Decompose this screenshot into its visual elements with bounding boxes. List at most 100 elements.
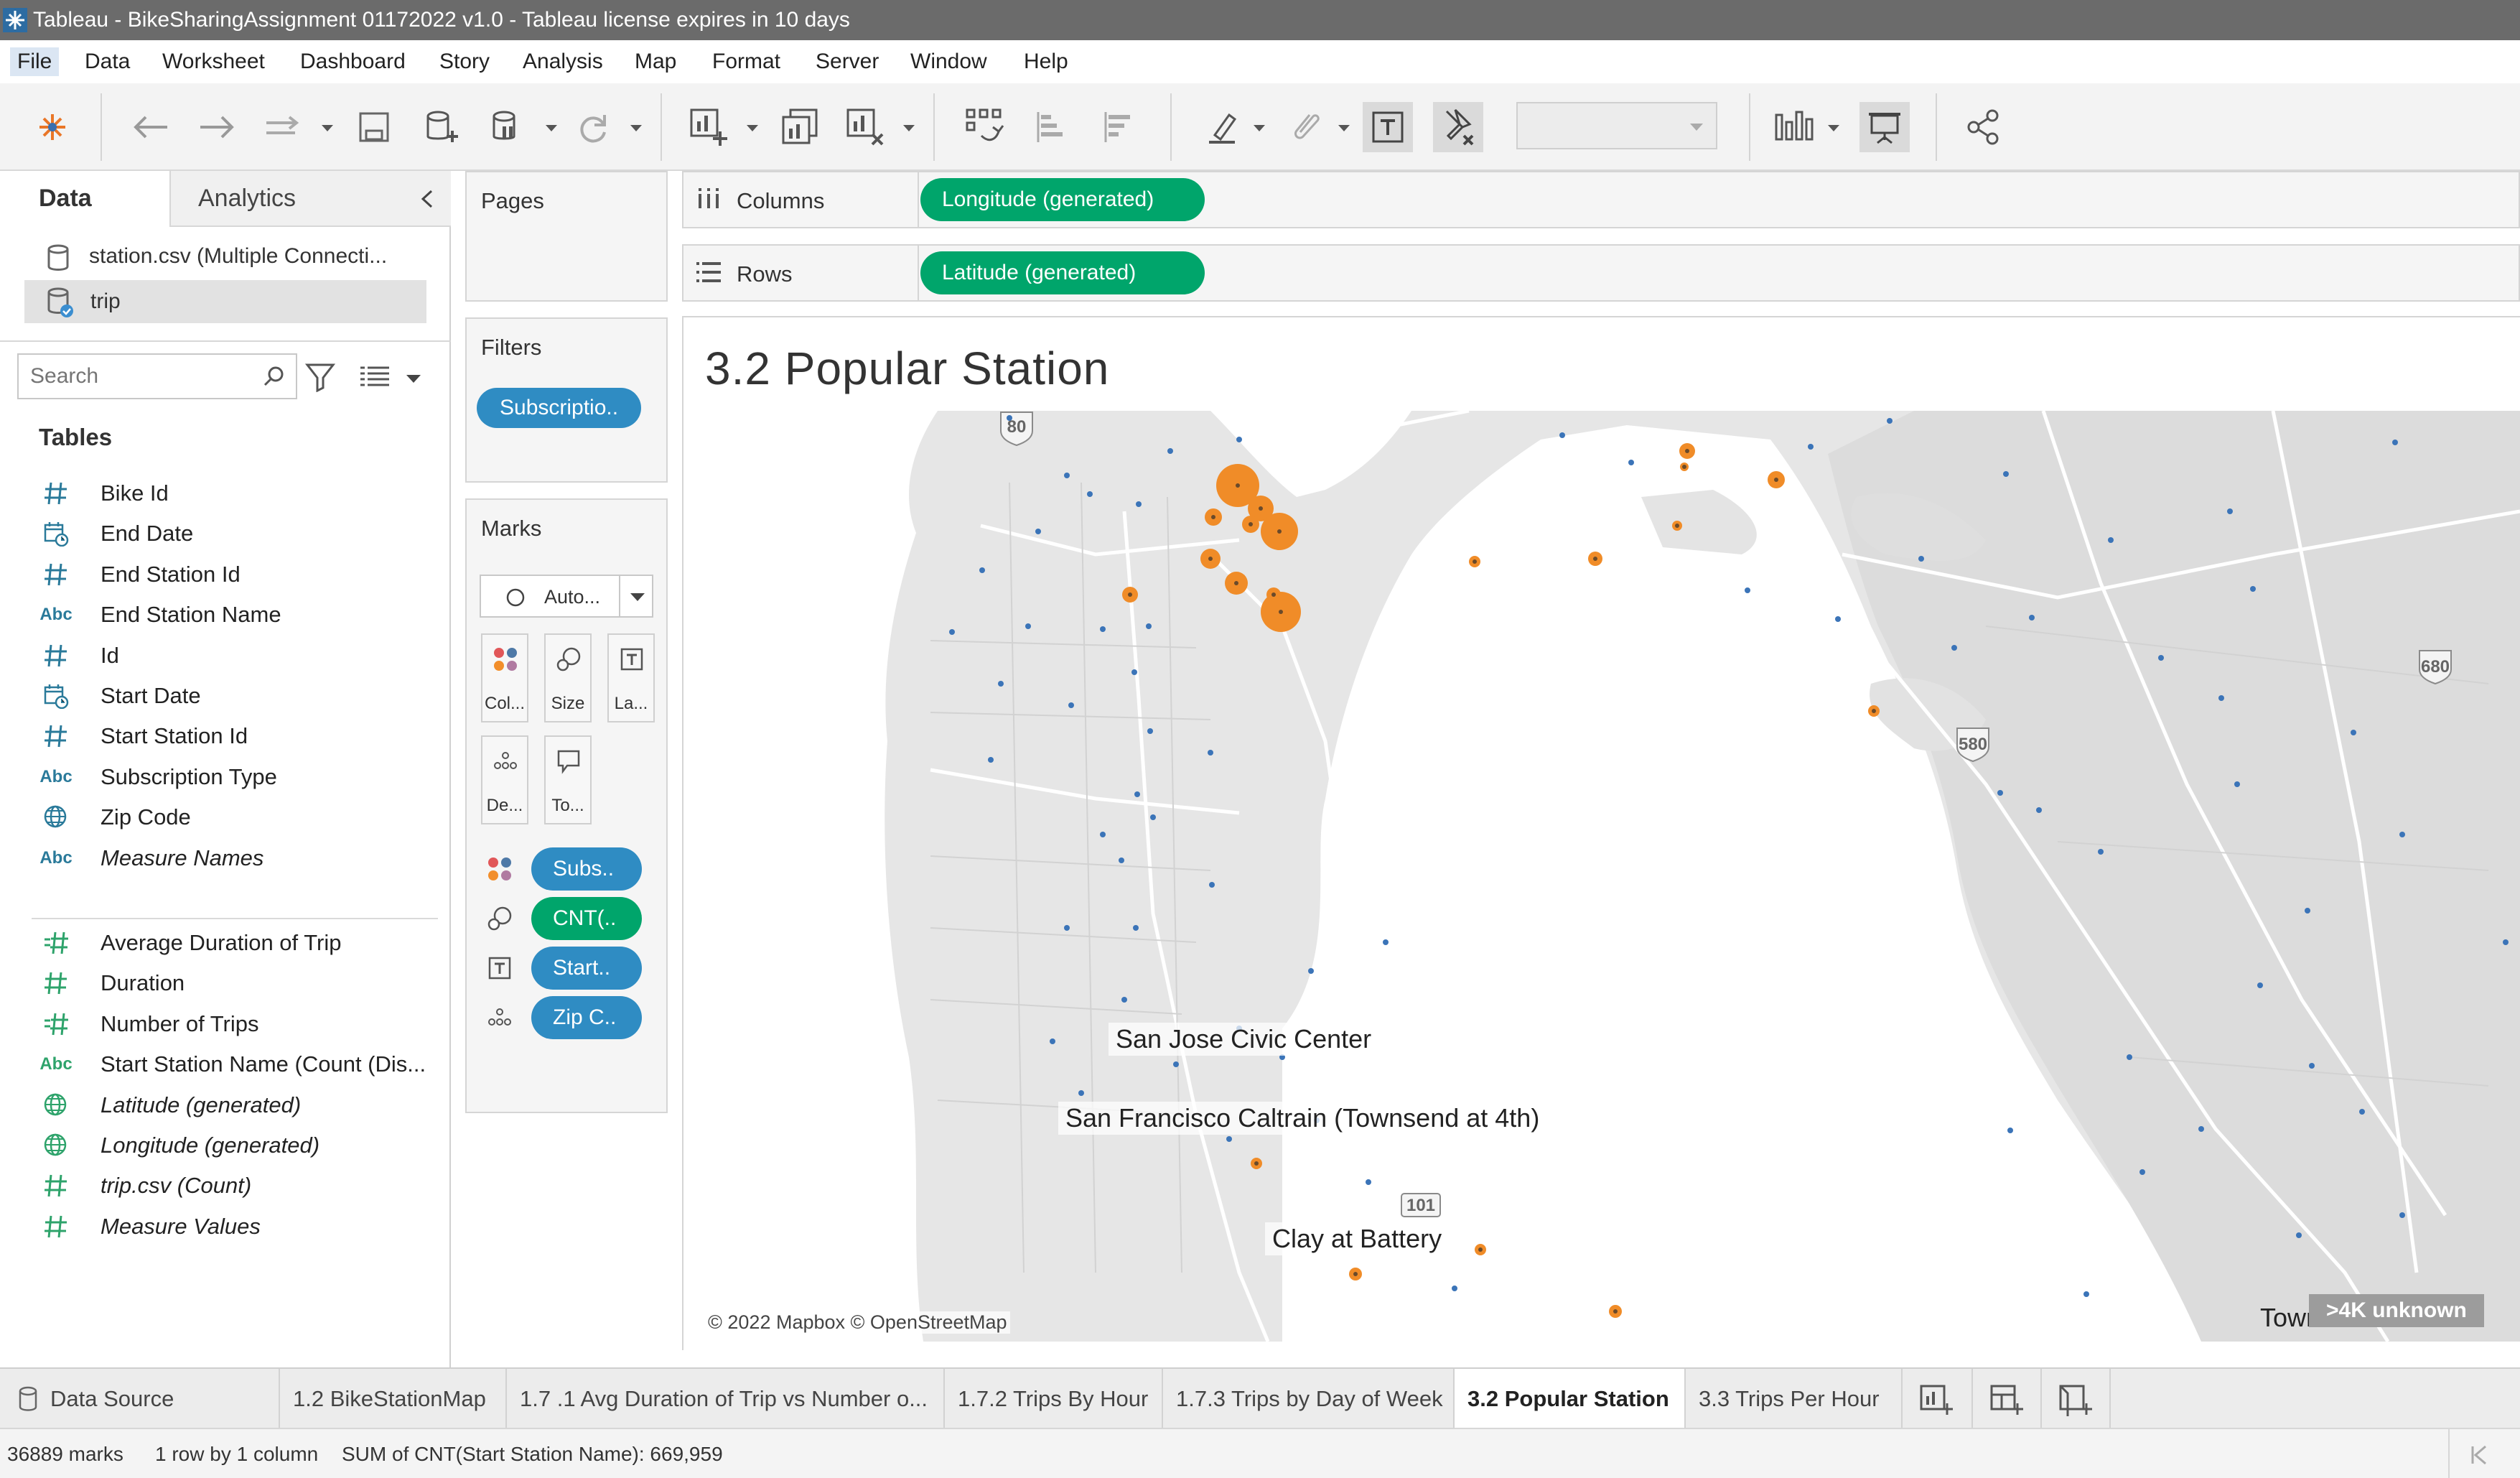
new-worksheet-tab-icon[interactable] xyxy=(1903,1369,1973,1429)
field-latitude-generated[interactable]: Latitude (generated) xyxy=(0,1084,451,1126)
field-start-date[interactable]: Start Date xyxy=(0,675,451,717)
fit-dropdown[interactable] xyxy=(1516,102,1717,149)
tooltip-button[interactable]: To... xyxy=(544,735,592,824)
menu-server[interactable]: Server xyxy=(808,47,886,76)
tab-bike-station-map[interactable]: 1.2 BikeStationMap xyxy=(280,1369,507,1429)
mark-pill[interactable]: Start.. xyxy=(531,947,642,990)
globe-icon xyxy=(43,1093,69,1117)
menu-data[interactable]: Data xyxy=(78,47,137,76)
pause-updates-icon[interactable] xyxy=(482,102,533,152)
menu-map[interactable]: Map xyxy=(627,47,683,76)
replay-animation-icon[interactable] xyxy=(258,102,309,152)
undo-icon[interactable] xyxy=(125,102,175,152)
field-measure-names[interactable]: Abc Measure Names xyxy=(0,837,451,879)
columns-pill-longitude[interactable]: Longitude (generated) xyxy=(920,178,1205,221)
tableau-home-icon[interactable] xyxy=(27,102,78,152)
field-duration[interactable]: Duration xyxy=(0,962,451,1004)
first-page-icon[interactable] xyxy=(2470,1445,2490,1465)
field-number-of-trips[interactable]: Number of Trips xyxy=(0,1003,451,1045)
share-icon[interactable] xyxy=(1959,102,2009,152)
label-button[interactable]: La... xyxy=(607,633,655,722)
columns-shelf[interactable]: Columns Longitude (generated) xyxy=(682,171,2520,228)
search-input[interactable] xyxy=(30,361,253,392)
color-button[interactable]: Col... xyxy=(481,633,528,722)
new-story-tab-icon[interactable] xyxy=(2042,1369,2111,1429)
search-field[interactable] xyxy=(17,353,297,399)
clear-sheet-icon[interactable] xyxy=(840,102,890,152)
station-point xyxy=(2250,586,2256,592)
filters-shelf[interactable]: Filters Subscriptio.. xyxy=(465,317,668,483)
menu-file[interactable]: File xyxy=(10,47,60,76)
field-zip-code[interactable]: Zip Code xyxy=(0,796,451,838)
new-dashboard-tab-icon[interactable] xyxy=(1973,1369,2042,1429)
mark-pill[interactable]: Subs.. xyxy=(531,847,642,891)
status-marks: 36889 marks xyxy=(7,1443,123,1465)
station-point xyxy=(1119,857,1124,863)
datasource-station[interactable]: station.csv (Multiple Connecti... xyxy=(0,237,451,277)
field-subscription-type[interactable]: Abc Subscription Type xyxy=(0,756,451,798)
show-me-icon[interactable] xyxy=(1772,102,1822,152)
filter-pill-subscription[interactable]: Subscriptio.. xyxy=(477,388,642,428)
refresh-icon[interactable] xyxy=(567,102,617,152)
field-id[interactable]: Id xyxy=(0,635,451,677)
station-point xyxy=(1383,939,1389,945)
field-name: End Date xyxy=(101,521,194,547)
color-palette-icon xyxy=(494,648,517,671)
menu-story[interactable]: Story xyxy=(432,47,497,76)
field-end-station-id[interactable]: End Station Id xyxy=(0,554,451,595)
pages-shelf[interactable]: Pages xyxy=(465,171,668,302)
tab-data[interactable]: Data xyxy=(0,171,171,227)
rows-pill-latitude[interactable]: Latitude (generated) xyxy=(920,251,1205,294)
menu-window[interactable]: Window xyxy=(903,47,994,76)
field-bike-id[interactable]: Bike Id xyxy=(0,473,451,514)
tab-trips-by-hour[interactable]: 1.7.2 Trips By Hour xyxy=(945,1369,1163,1429)
field-trip-csv-count[interactable]: trip.csv (Count) xyxy=(0,1165,451,1207)
datasource-trip[interactable]: trip xyxy=(24,280,426,323)
field-average-duration-of-trip[interactable]: Average Duration of Trip xyxy=(0,922,451,964)
redo-icon[interactable] xyxy=(192,102,243,152)
field-end-station-name[interactable]: Abc End Station Name xyxy=(0,594,451,636)
sort-descending-icon[interactable] xyxy=(1094,102,1144,152)
swap-rows-columns-icon[interactable] xyxy=(959,102,1009,152)
tab-data-source[interactable]: Data Source xyxy=(0,1369,280,1429)
field-measure-values[interactable]: Measure Values xyxy=(0,1206,451,1247)
mark-pill[interactable]: Zip C.. xyxy=(531,996,642,1039)
presentation-mode-icon[interactable] xyxy=(1859,102,1910,152)
view-list-icon[interactable] xyxy=(359,363,391,393)
unknown-badge[interactable]: >4K unknown xyxy=(2309,1294,2484,1327)
highlight-icon[interactable] xyxy=(1198,102,1248,152)
menu-analysis[interactable]: Analysis xyxy=(515,47,610,76)
group-members-icon[interactable] xyxy=(1281,102,1331,152)
menu-help[interactable]: Help xyxy=(1017,47,1075,76)
mark-type-dropdown[interactable]: Auto... xyxy=(480,575,653,618)
rows-shelf[interactable]: Rows Latitude (generated) xyxy=(682,244,2520,302)
tab-trips-per-hour[interactable]: 3.3 Trips Per Hour xyxy=(1686,1369,1903,1429)
field-start-station-name-count-dis[interactable]: Abc Start Station Name (Count (Dis... xyxy=(0,1044,451,1085)
field-name: End Station Name xyxy=(101,602,281,628)
mark-pill[interactable]: CNT(.. xyxy=(531,897,642,940)
tab-trips-by-day[interactable]: 1.7.3 Trips by Day of Week xyxy=(1163,1369,1455,1429)
map-view[interactable]: 80 580 680 101 San Jose Civic Center San… xyxy=(694,411,2520,1342)
field-start-station-id[interactable]: Start Station Id xyxy=(0,715,451,757)
filter-icon[interactable] xyxy=(304,361,336,396)
fix-axes-icon[interactable] xyxy=(1433,102,1483,152)
tab-popular-station[interactable]: 3.2 Popular Station xyxy=(1455,1369,1686,1429)
menu-worksheet[interactable]: Worksheet xyxy=(155,47,272,76)
menu-format[interactable]: Format xyxy=(705,47,788,76)
tab-analytics[interactable]: Analytics xyxy=(171,171,444,226)
save-icon[interactable] xyxy=(349,102,399,152)
sort-ascending-icon[interactable] xyxy=(1027,102,1077,152)
detail-button[interactable]: De... xyxy=(481,735,528,824)
new-datasource-icon[interactable] xyxy=(416,102,467,152)
size-button[interactable]: Size xyxy=(544,633,592,722)
field-longitude-generated[interactable]: Longitude (generated) xyxy=(0,1125,451,1166)
chevron-down-icon[interactable] xyxy=(406,375,421,383)
show-mark-labels-icon[interactable] xyxy=(1363,102,1413,152)
station-mark-center xyxy=(1675,524,1679,528)
duplicate-sheet-icon[interactable] xyxy=(775,102,826,152)
tab-avg-duration[interactable]: 1.7 .1 Avg Duration of Trip vs Number o.… xyxy=(507,1369,945,1429)
new-worksheet-icon[interactable] xyxy=(683,102,734,152)
field-end-date[interactable]: End Date xyxy=(0,513,451,554)
menu-dashboard[interactable]: Dashboard xyxy=(293,47,413,76)
collapse-pane-icon[interactable] xyxy=(419,190,435,212)
